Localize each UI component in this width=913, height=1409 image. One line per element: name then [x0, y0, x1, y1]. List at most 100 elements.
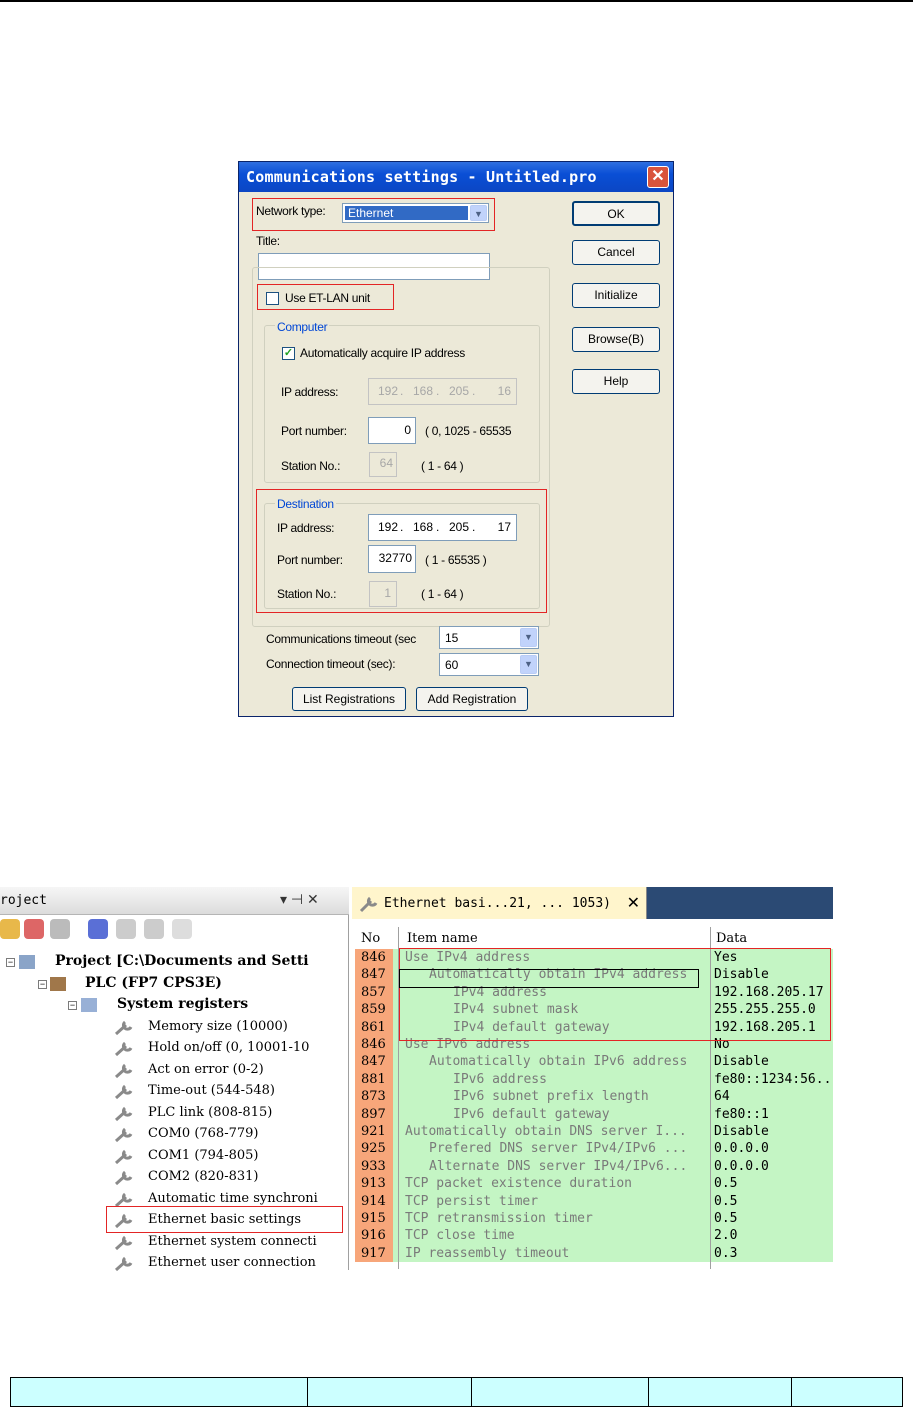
computer-ip-octet-3: 205 — [448, 384, 469, 398]
dialog-title-bar[interactable]: Communications settings - Untitled.pro ✕ — [239, 162, 673, 192]
table-row[interactable]: 916 TCP close time 2.0 — [355, 1227, 833, 1245]
row-data[interactable]: 0.3 — [714, 1245, 737, 1262]
row-data[interactable]: Disable — [714, 1053, 769, 1070]
row-data[interactable]: Disable — [714, 1123, 769, 1140]
table-row[interactable]: 897 IPv6 default gateway fe80::1 — [355, 1105, 833, 1123]
comm-timeout-value: 15 — [445, 631, 459, 645]
project-panel: roject ▾ ⊣ ✕ − Project [C:\Documents and… — [0, 887, 349, 1272]
highlight-destination — [256, 489, 547, 613]
table-col-sep — [307, 1378, 308, 1406]
tree-system-registers[interactable]: System registers — [117, 996, 248, 1012]
tree-item[interactable]: Ethernet user connection — [148, 1255, 316, 1270]
toolbar-expand-icon[interactable] — [0, 919, 20, 939]
table-col-sep — [648, 1378, 649, 1406]
row-item-name: IPv6 subnet prefix length — [453, 1089, 649, 1105]
tree-item[interactable]: COM0 (768-779) — [148, 1126, 258, 1141]
selected-cell-outline — [399, 969, 699, 988]
conn-timeout-label: Connection timeout (sec): — [266, 657, 396, 671]
initialize-button[interactable]: Initialize — [572, 283, 660, 308]
toolbar-book-icon[interactable] — [116, 919, 136, 939]
row-item-name: TCP close time — [405, 1228, 515, 1244]
table-row[interactable]: 921 Automatically obtain DNS server I... D… — [355, 1123, 833, 1141]
toolbar-register-icon[interactable] — [88, 919, 108, 939]
tab-ethernet-basic[interactable]: Ethernet basi...21, ... 1053) ✕ — [352, 887, 647, 919]
tree-item[interactable]: Time-out (544-548) — [148, 1083, 275, 1098]
computer-ip-field: 192 . 168 . 205 . 16 — [368, 378, 517, 405]
tree-item[interactable]: Act on error (0-2) — [148, 1062, 264, 1077]
title-label: Title: — [256, 234, 280, 248]
tree-item[interactable]: Ethernet system connecti — [148, 1234, 317, 1249]
ip-dot: . — [436, 384, 440, 398]
toolbar-hierarchy-icon[interactable] — [50, 919, 70, 939]
toolbar-book2-icon[interactable] — [144, 919, 164, 939]
table-row[interactable]: 925 Prefered DNS server IPv4/IPv6 ... 0.0.… — [355, 1140, 833, 1158]
chevron-down-icon[interactable]: ▼ — [520, 628, 537, 647]
system-registers-icon — [81, 998, 97, 1012]
computer-port-input[interactable]: 0 — [368, 417, 416, 444]
table-row[interactable]: 915 TCP retransmission timer 0.5 — [355, 1210, 833, 1228]
tree-item[interactable]: Memory size (10000) — [148, 1019, 288, 1034]
auto-acquire-ip-checkbox[interactable]: ✓ — [282, 347, 295, 360]
conn-timeout-select[interactable]: 60 ▼ — [439, 653, 539, 676]
row-data[interactable]: fe80::1 — [714, 1106, 769, 1123]
table-row[interactable]: 914 TCP persist timer 0.5 — [355, 1192, 833, 1210]
row-data[interactable]: 64 — [714, 1088, 730, 1105]
table-row[interactable]: 881 IPv6 address fe80::1234:56.. — [355, 1070, 833, 1089]
project-panel-title: roject — [0, 893, 47, 908]
row-data[interactable]: 0.0.0.0 — [714, 1158, 769, 1175]
tree-item[interactable]: Hold on/off (0, 10001-10 — [148, 1040, 309, 1055]
project-toolbar — [0, 917, 349, 945]
row-data[interactable]: 0.0.0.0 — [714, 1140, 769, 1157]
row-no: 861 — [355, 1018, 393, 1036]
panel-pin-close-icons[interactable]: ▾ ⊣ ✕ — [280, 891, 319, 908]
comm-timeout-select[interactable]: 15 ▼ — [439, 626, 539, 649]
browse-button[interactable]: Browse(B) — [572, 327, 660, 352]
collapse-project-icon[interactable]: − — [6, 958, 15, 967]
collapse-plc-icon[interactable]: − — [38, 980, 47, 989]
table-row[interactable]: 917 IP reassembly timeout 0.3 — [355, 1244, 833, 1263]
tree-item[interactable]: COM1 (794-805) — [148, 1148, 258, 1163]
add-registration-button[interactable]: Add Registration — [416, 687, 528, 711]
tree-project[interactable]: Project [C:\Documents and Setti — [55, 953, 309, 969]
row-data[interactable]: 2.0 — [714, 1227, 737, 1244]
highlight-use-etlan — [257, 284, 394, 310]
chevron-down-icon[interactable]: ▼ — [520, 655, 537, 674]
row-no: 857 — [355, 983, 393, 1002]
table-row[interactable]: 847 Automatically obtain IPv6 address Disa… — [355, 1053, 833, 1071]
collapse-system-registers-icon[interactable]: − — [68, 1001, 77, 1010]
row-item-name: IP reassembly timeout — [405, 1245, 570, 1261]
row-item-name: TCP persist timer — [405, 1193, 539, 1209]
table-row[interactable]: 873 IPv6 subnet prefix length 64 — [355, 1088, 833, 1106]
ethernet-settings-panel: Ethernet basi...21, ... 1053) ✕ No Item … — [352, 887, 833, 1270]
help-button[interactable]: Help — [572, 369, 660, 394]
highlight-ipv4-rows — [399, 948, 831, 1041]
tree-item[interactable]: COM2 (820-831) — [148, 1169, 258, 1184]
row-item-name: IPv6 default gateway — [453, 1106, 610, 1122]
close-button[interactable]: ✕ — [647, 166, 669, 188]
cancel-button[interactable]: Cancel — [572, 240, 660, 265]
tab-label: Ethernet basi...21, ... 1053) — [384, 896, 611, 911]
computer-ip-label: IP address: — [281, 385, 339, 399]
wrench-icon — [359, 896, 378, 913]
tree-item[interactable]: PLC link (808-815) — [148, 1105, 272, 1120]
wrench-icon — [114, 1084, 133, 1100]
close-icon[interactable]: ✕ — [627, 893, 640, 913]
toolbar-layers-icon[interactable] — [172, 919, 192, 939]
toolbar-tree-icon[interactable] — [24, 919, 44, 939]
row-no: 897 — [355, 1105, 393, 1123]
row-no: 921 — [355, 1123, 393, 1141]
row-data[interactable]: 0.5 — [714, 1193, 737, 1210]
row-data[interactable]: 0.5 — [714, 1175, 737, 1192]
table-row[interactable]: 933 Alternate DNS server IPv4/IPv6... 0.0.… — [355, 1157, 833, 1176]
page-top-rule — [0, 0, 913, 2]
ip-dot: . — [400, 384, 404, 398]
row-no: 925 — [355, 1140, 393, 1158]
table-row[interactable]: 913 TCP packet existence duration 0.5 — [355, 1175, 833, 1193]
tree-plc[interactable]: PLC (FP7 CPS3E) — [85, 975, 222, 991]
row-data[interactable]: fe80::1234:56.. — [714, 1071, 831, 1088]
ok-button[interactable]: OK — [572, 201, 660, 226]
wrench-icon — [114, 1170, 133, 1186]
row-data[interactable]: 0.5 — [714, 1210, 737, 1227]
tree-item[interactable]: Automatic time synchroni — [148, 1191, 318, 1206]
list-registrations-button[interactable]: List Registrations — [292, 687, 406, 711]
